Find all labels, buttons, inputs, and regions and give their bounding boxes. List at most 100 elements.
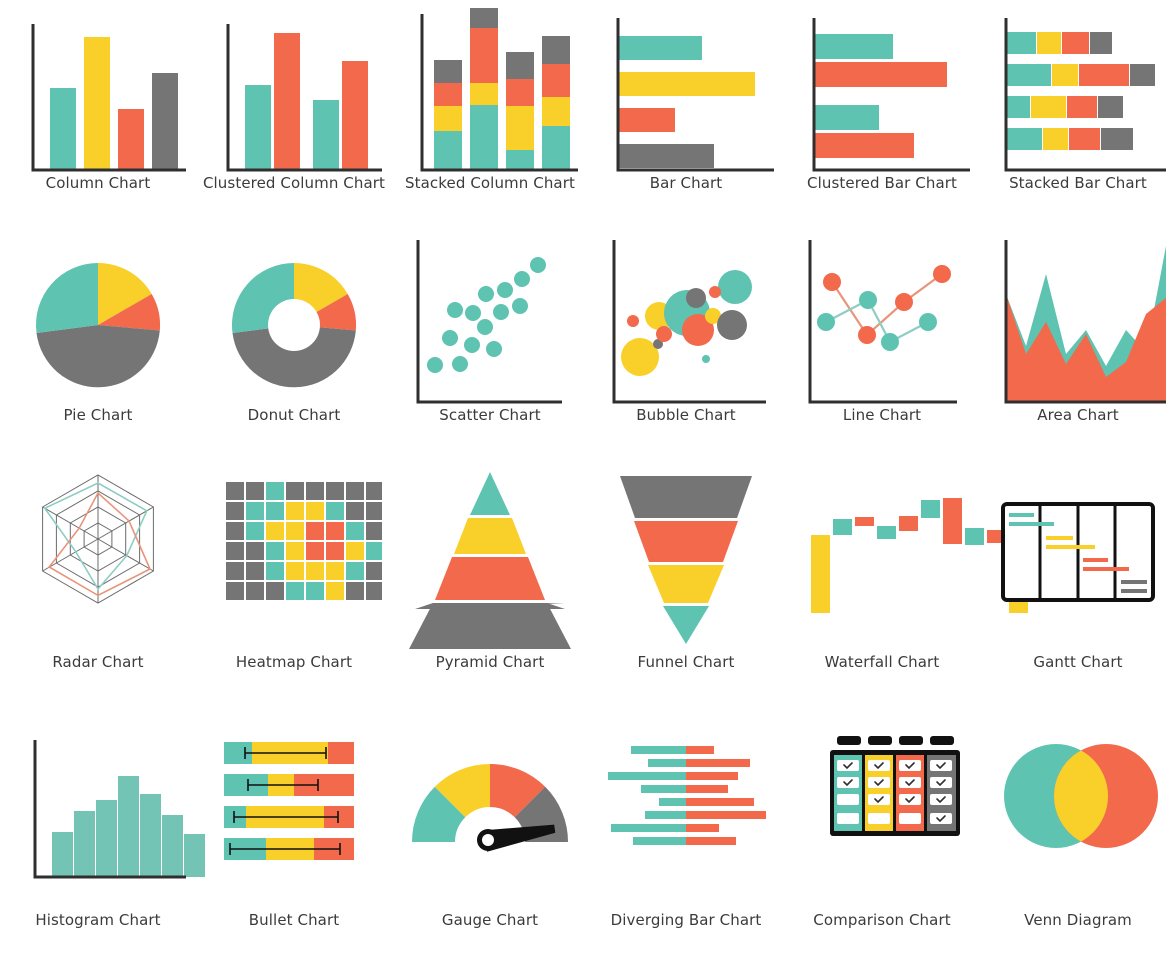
chart-cell-line-chart[interactable]: Line Chart bbox=[784, 232, 980, 464]
gantt-task-8 bbox=[1121, 589, 1147, 593]
chart-icon-sheet: Column Chart Clustered Column Chart Stac… bbox=[0, 0, 1176, 980]
pie-chart-svg bbox=[35, 263, 161, 388]
radar-chart-canvas bbox=[10, 464, 186, 654]
gauge-hub-inner bbox=[482, 834, 494, 846]
diverging-bar-chart-canvas bbox=[598, 722, 774, 912]
column-chart-canvas bbox=[10, 0, 186, 175]
chart-cell-bullet-chart[interactable]: Bullet Chart bbox=[196, 722, 392, 980]
pie-slices bbox=[35, 263, 161, 388]
wf-bar-1 bbox=[833, 519, 852, 535]
line-chart-canvas bbox=[794, 232, 970, 407]
bullet-row-2 bbox=[224, 774, 354, 796]
gantt-chart-canvas bbox=[990, 464, 1166, 654]
heatmap-row-3 bbox=[226, 522, 382, 540]
bar-g2-a bbox=[814, 105, 879, 130]
chart-cell-venn-diagram[interactable]: Venn Diagram bbox=[980, 722, 1176, 980]
heatmap-row-5 bbox=[226, 562, 382, 580]
bar-g1-b bbox=[814, 62, 947, 87]
chart-cell-heatmap-chart[interactable]: Heatmap Chart bbox=[196, 464, 392, 722]
pie-chart-canvas bbox=[10, 232, 186, 407]
gantt-task-7 bbox=[1121, 580, 1147, 584]
chart-cell-scatter-chart[interactable]: Scatter Chart bbox=[392, 232, 588, 464]
funnel-level-2 bbox=[634, 521, 738, 562]
chart-caption: Radar Chart bbox=[52, 653, 144, 671]
clustered-bar-chart-canvas bbox=[794, 0, 970, 175]
chart-cell-waterfall-chart[interactable]: Waterfall Chart bbox=[784, 464, 1028, 722]
chart-cell-clustered-column-chart[interactable]: Clustered Column Chart bbox=[196, 0, 392, 232]
chart-cell-radar-chart[interactable]: Radar Chart bbox=[0, 464, 196, 722]
area-chart-canvas bbox=[990, 232, 1166, 407]
pyramid-chart-canvas bbox=[402, 464, 578, 654]
line-chart-svg bbox=[808, 240, 957, 404]
donut-slices bbox=[231, 263, 357, 388]
scatter-points bbox=[427, 257, 546, 373]
wf-bar-6 bbox=[943, 498, 962, 544]
chart-caption: Bullet Chart bbox=[248, 911, 340, 929]
clustered-bar-chart-svg bbox=[812, 18, 970, 172]
chart-cell-column-chart[interactable]: Column Chart bbox=[0, 0, 196, 232]
chart-cell-donut-chart[interactable]: Donut Chart bbox=[196, 232, 392, 464]
slice-3 bbox=[36, 325, 160, 388]
chart-caption: Funnel Chart bbox=[637, 653, 735, 671]
wf-bar-2 bbox=[855, 517, 874, 526]
venn-diagram-canvas bbox=[990, 722, 1166, 912]
chart-cell-comparison-chart[interactable]: Comparison Chart bbox=[784, 722, 980, 980]
wf-bar-start bbox=[811, 535, 830, 613]
chart-caption: Area Chart bbox=[1037, 406, 1119, 424]
bar-g1-a bbox=[814, 34, 893, 59]
bar-chart-svg bbox=[616, 18, 774, 172]
stacked-row-4 bbox=[1006, 128, 1133, 150]
bullet-row-4 bbox=[224, 838, 354, 860]
pyramid-level-4 bbox=[409, 603, 571, 649]
comparison-chart-svg bbox=[830, 736, 960, 836]
waterfall-chart-canvas bbox=[794, 464, 1028, 654]
chart-cell-gauge-chart[interactable]: Gauge Chart bbox=[392, 722, 588, 980]
chart-cell-diverging-bar-chart[interactable]: Diverging Bar Chart bbox=[588, 722, 784, 980]
bullet-row-1 bbox=[224, 742, 354, 764]
bar-3 bbox=[118, 109, 144, 170]
bubble-points bbox=[621, 270, 752, 376]
heatmap-row-6 bbox=[226, 582, 382, 600]
gantt-task-4 bbox=[1046, 545, 1095, 549]
chart-cell-pie-chart[interactable]: Pie Chart bbox=[0, 232, 196, 464]
bullet-row-3 bbox=[224, 806, 354, 828]
chart-cell-histogram-chart[interactable]: Histogram Chart bbox=[0, 722, 205, 980]
pyramid-chart-svg bbox=[409, 472, 571, 649]
funnel-chart-svg bbox=[620, 476, 752, 644]
chart-cell-stacked-bar-chart[interactable]: Stacked Bar Chart bbox=[980, 0, 1176, 232]
bar-4 bbox=[618, 144, 714, 168]
chart-cell-bar-chart[interactable]: Bar Chart bbox=[588, 0, 784, 232]
bar-2 bbox=[84, 37, 110, 170]
chart-caption: Pie Chart bbox=[63, 406, 133, 424]
comparison-chart-canvas bbox=[794, 722, 970, 912]
stacked-bar-chart-canvas bbox=[990, 0, 1166, 175]
chart-cell-area-chart[interactable]: Area Chart bbox=[980, 232, 1176, 464]
chart-caption: Clustered Column Chart bbox=[202, 174, 386, 192]
markers-series-b bbox=[817, 291, 937, 351]
bar-g1-b bbox=[274, 33, 300, 170]
stacked-bar-chart-svg bbox=[1004, 18, 1166, 172]
gantt-chart-svg bbox=[1001, 502, 1155, 602]
gauge-chart-canvas bbox=[402, 722, 578, 912]
chart-cell-clustered-bar-chart[interactable]: Clustered Bar Chart bbox=[784, 0, 980, 232]
heatmap-row-1 bbox=[226, 482, 382, 500]
bar-g2-b bbox=[814, 133, 914, 158]
chart-cell-funnel-chart[interactable]: Funnel Chart bbox=[588, 464, 784, 722]
wf-bar-5 bbox=[921, 500, 940, 518]
chart-cell-bubble-chart[interactable]: Bubble Chart bbox=[588, 232, 784, 464]
pyramid-level-3 bbox=[435, 557, 545, 600]
stacked-column-chart-canvas bbox=[402, 0, 578, 175]
chart-cell-stacked-column-chart[interactable]: Stacked Column Chart bbox=[392, 0, 588, 232]
gantt-task-6 bbox=[1083, 567, 1129, 571]
chart-cell-gantt-chart[interactable]: Gantt Chart bbox=[980, 464, 1176, 722]
bar-g2-a bbox=[313, 100, 339, 170]
clustered-column-chart-svg bbox=[226, 24, 382, 172]
bubble-chart-canvas bbox=[598, 232, 774, 407]
chart-caption: Line Chart bbox=[842, 406, 922, 424]
chart-cell-pyramid-chart[interactable]: Pyramid Chart bbox=[392, 464, 588, 722]
line-series-b bbox=[825, 298, 929, 344]
heatmap-cells bbox=[226, 482, 382, 600]
area-series-b bbox=[1006, 294, 1166, 402]
bullet-chart-canvas bbox=[206, 722, 382, 912]
donut-hole bbox=[268, 299, 320, 351]
